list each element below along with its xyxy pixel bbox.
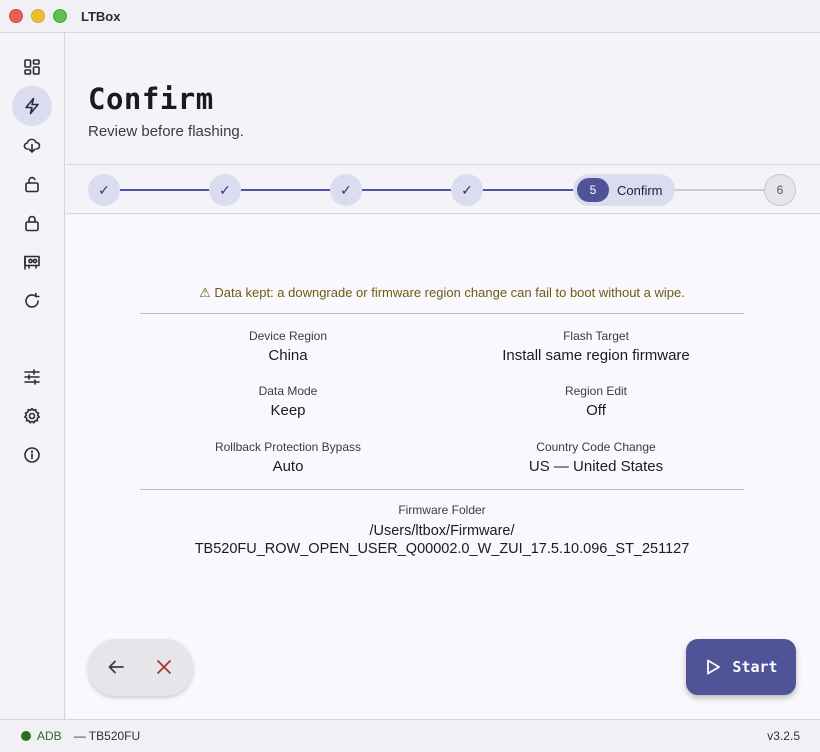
sidebar-item-refresh[interactable]	[12, 281, 52, 321]
firmware-path: /Users/ltbox/Firmware/ TB520FU_ROW_OPEN_…	[140, 522, 744, 558]
sidebar-item-download[interactable]	[12, 125, 52, 165]
step-label: Confirm	[617, 182, 663, 198]
start-button[interactable]: Start	[686, 639, 796, 695]
field-label: Data Mode	[258, 384, 318, 398]
sidebar-item-about[interactable]	[12, 435, 52, 475]
app-title: LTBox	[81, 8, 121, 24]
step-2-done[interactable]: ✓	[209, 174, 241, 206]
rollback-protection-field: Rollback Protection Bypass Auto	[138, 440, 438, 475]
page-subtitle: Review before flashing.	[88, 123, 244, 140]
firmware-path-dir: /Users/ltbox/Firmware/	[369, 523, 515, 539]
arrow-left-icon	[108, 660, 124, 674]
divider	[140, 489, 744, 490]
field-value: Install same region firmware	[502, 347, 690, 364]
zoom-window-button[interactable]	[53, 9, 67, 23]
sidebar-item-unlock[interactable]	[12, 164, 52, 204]
firmware-path-name: TB520FU_ROW_OPEN_USER_Q00002.0_W_ZUI_17.…	[194, 541, 690, 557]
sidebar	[0, 33, 65, 719]
minimize-window-button[interactable]	[31, 9, 45, 23]
region-edit-field: Region Edit Off	[446, 384, 746, 419]
close-icon	[157, 660, 171, 674]
step-5-current: 5 Confirm	[573, 174, 675, 206]
play-icon	[707, 659, 721, 675]
window-controls	[9, 9, 67, 23]
field-value: China	[268, 347, 308, 364]
progress-stepper: ✓ ✓ ✓ ✓ 5 Confirm 6	[66, 164, 820, 214]
flash-icon	[25, 97, 39, 115]
field-value: Keep	[270, 402, 306, 419]
sidebar-item-flash[interactable]	[12, 86, 52, 126]
divider	[140, 313, 744, 314]
sliders-icon	[24, 369, 40, 385]
data-kept-warning: ⚠ Data kept: a downgrade or firmware reg…	[199, 285, 685, 300]
firmware-folder-field: Firmware Folder /Users/ltbox/Firmware/ T…	[140, 503, 744, 558]
connection-status-dot	[21, 731, 31, 741]
gear-icon	[24, 407, 40, 424]
step-connector	[120, 189, 209, 191]
close-window-button[interactable]	[9, 9, 23, 23]
country-code-field: Country Code Change US — United States	[446, 440, 746, 475]
sidebar-item-tuning[interactable]	[12, 357, 52, 397]
data-mode-field: Data Mode Keep	[138, 384, 438, 419]
adb-status: ADB	[37, 729, 62, 743]
back-button[interactable]	[104, 655, 128, 679]
device-name: — TB520FU	[73, 729, 141, 743]
title-bar: LTBox	[0, 0, 820, 33]
page-header: Confirm Review before flashing.	[66, 33, 820, 165]
field-label: Country Code Change	[536, 440, 656, 454]
step-connector	[241, 189, 330, 191]
lock-icon	[25, 215, 39, 232]
step-6-pending: 6	[764, 174, 796, 206]
sidebar-item-settings[interactable]	[12, 396, 52, 436]
sidebar-item-dashboard[interactable]	[12, 47, 52, 87]
dashboard-icon	[24, 59, 40, 75]
navigation-pill	[88, 639, 193, 696]
step-1-done[interactable]: ✓	[88, 174, 120, 206]
flash-target-field: Flash Target Install same region firmwar…	[446, 329, 746, 364]
cancel-button[interactable]	[152, 655, 176, 679]
field-value: US — United States	[528, 458, 664, 475]
field-label: Rollback Protection Bypass	[214, 440, 362, 454]
field-label: Flash Target	[563, 329, 629, 343]
confirm-panel: ⚠ Data kept: a downgrade or firmware reg…	[66, 215, 820, 719]
field-label: Device Region	[248, 329, 328, 343]
start-button-label: Start	[732, 658, 778, 676]
step-3-done[interactable]: ✓	[330, 174, 362, 206]
refresh-icon	[25, 292, 40, 308]
step-connector	[483, 189, 573, 191]
field-label: Firmware Folder	[398, 503, 486, 517]
app-version: v3.2.5	[767, 729, 800, 743]
step-connector	[362, 189, 451, 191]
unlock-icon	[25, 176, 39, 193]
step-number: 5	[577, 178, 609, 202]
device-icon	[24, 255, 40, 270]
page-title: Confirm	[88, 82, 214, 116]
sidebar-item-device[interactable]	[12, 242, 52, 282]
info-icon	[24, 447, 40, 463]
device-region-field: Device Region China	[138, 329, 438, 364]
sidebar-item-lock[interactable]	[12, 203, 52, 243]
status-bar: ADB — TB520FU v3.2.5	[0, 719, 820, 752]
step-connector	[675, 189, 764, 191]
cloud-download-icon	[23, 138, 41, 153]
field-value: Off	[586, 402, 606, 419]
field-label: Region Edit	[564, 384, 628, 398]
field-value: Auto	[272, 458, 304, 475]
step-4-done[interactable]: ✓	[451, 174, 483, 206]
